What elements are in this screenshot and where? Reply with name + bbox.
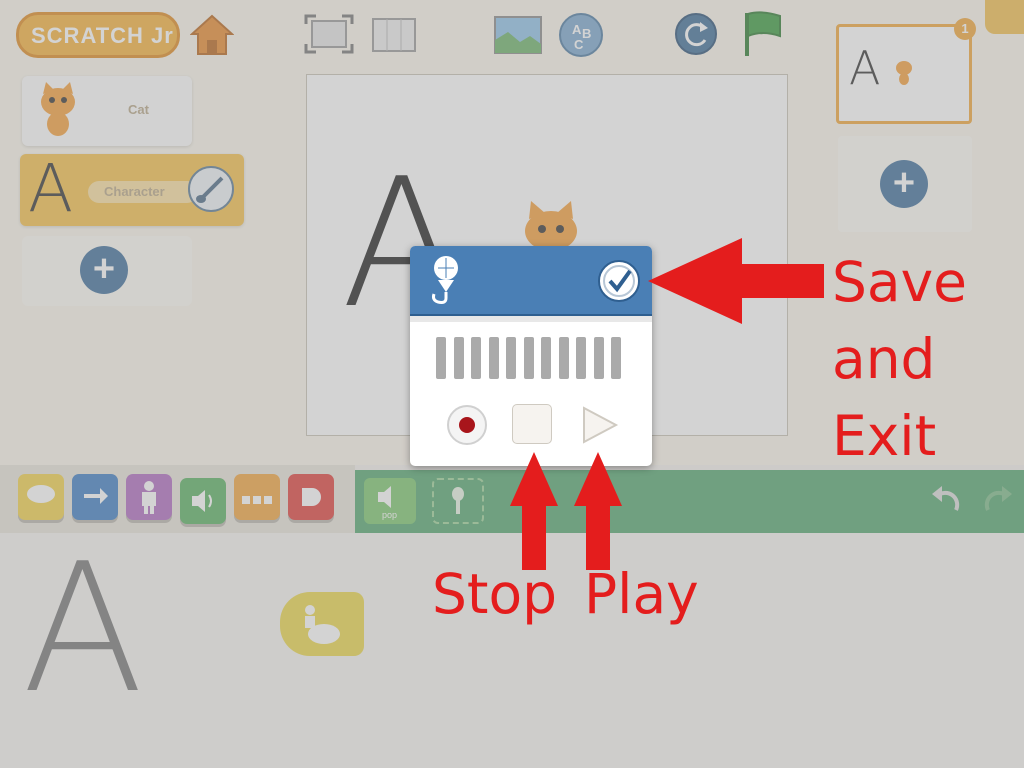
save-line: Save <box>832 250 968 314</box>
level-segment <box>506 337 516 379</box>
level-segment <box>541 337 551 379</box>
record-icon <box>447 405 487 445</box>
level-segment <box>488 337 499 379</box>
level-segment <box>436 337 446 379</box>
sound-recorder-dialog <box>410 246 652 466</box>
exit-line: Exit <box>832 404 937 468</box>
stop-arrow <box>510 452 558 570</box>
level-segment <box>611 337 621 379</box>
stop-annotation: Stop <box>432 562 558 626</box>
level-segment <box>453 337 464 379</box>
microphone-icon <box>432 256 458 304</box>
record-button[interactable] <box>446 404 488 446</box>
level-segment <box>471 337 481 379</box>
level-segment <box>558 337 569 379</box>
level-segment <box>576 337 586 379</box>
play-button[interactable] <box>578 404 620 446</box>
level-segment <box>523 337 534 379</box>
volume-level-meter <box>436 336 632 380</box>
dialog-header <box>410 246 652 316</box>
play-arrow <box>574 452 622 570</box>
level-segment <box>593 337 604 379</box>
save-exit-button[interactable] <box>596 258 642 304</box>
stop-button[interactable] <box>512 404 552 444</box>
play-annotation: Play <box>584 562 699 626</box>
save-and-exit-annotation: Save and Exit <box>832 244 967 475</box>
dialog-separator <box>410 316 652 322</box>
save-exit-arrow <box>648 238 824 324</box>
and-line: and <box>832 327 936 391</box>
play-icon <box>583 406 619 444</box>
check-icon <box>598 260 640 302</box>
